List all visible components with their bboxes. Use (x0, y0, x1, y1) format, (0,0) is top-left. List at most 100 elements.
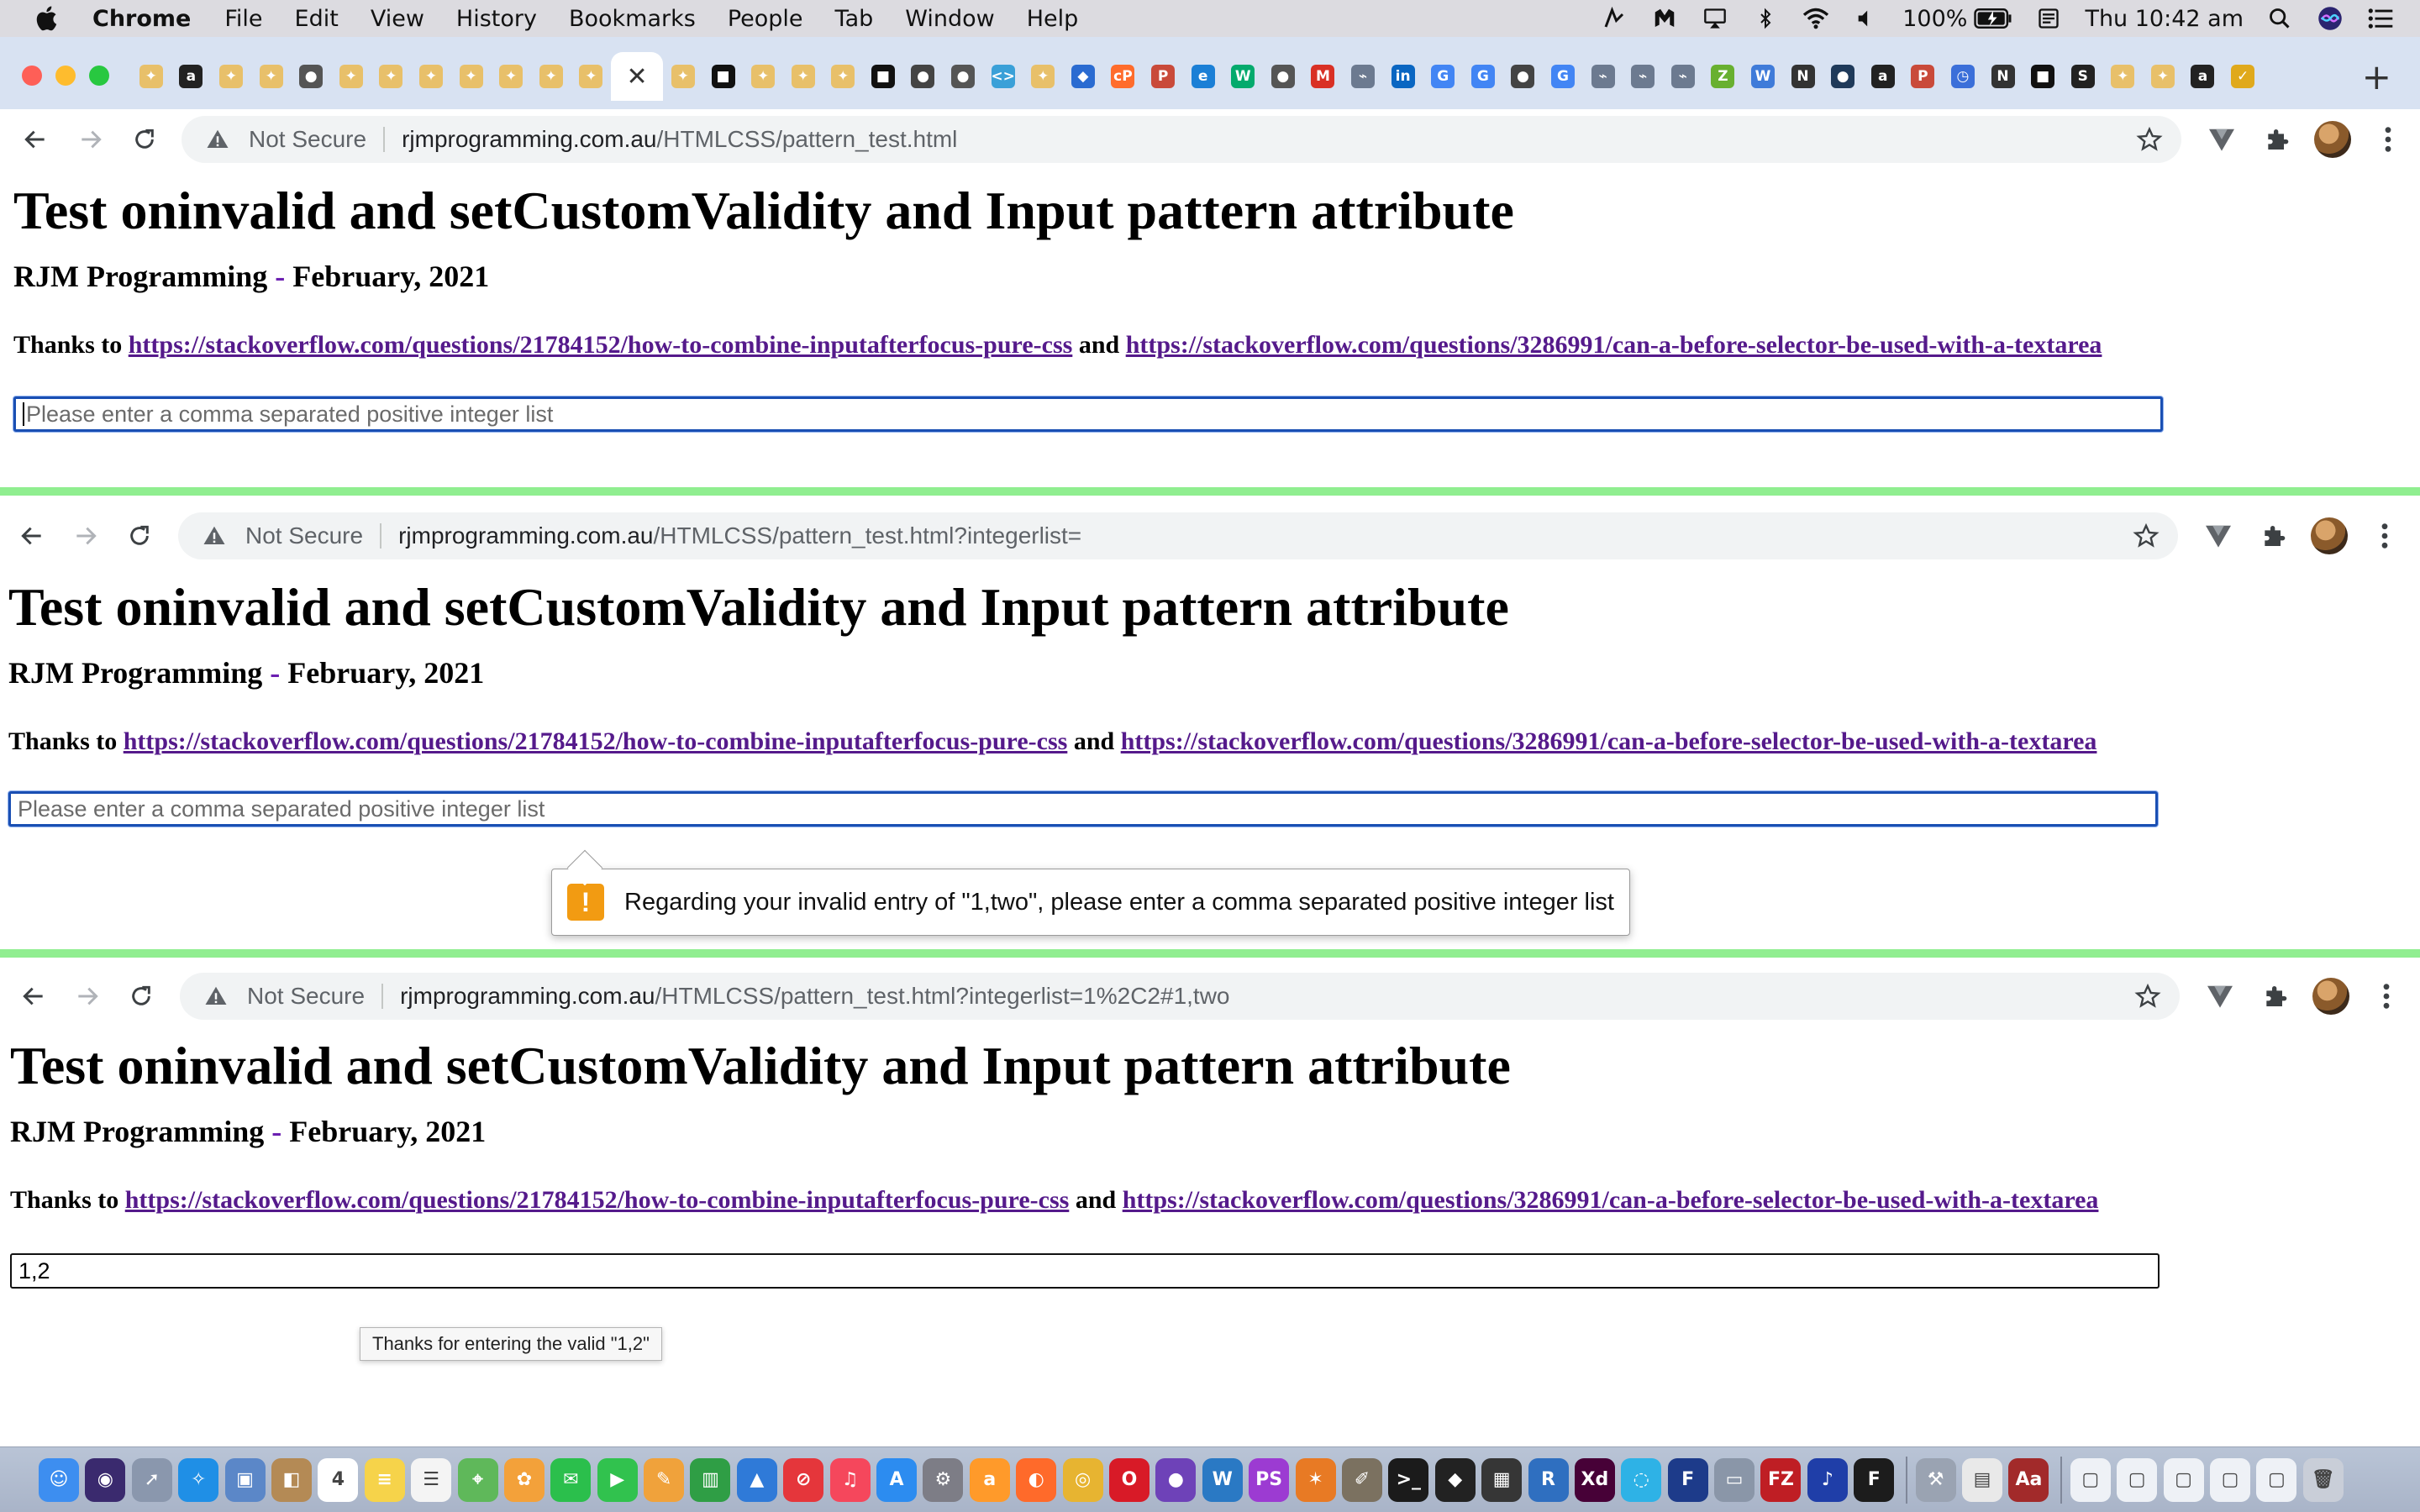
spotlight-search-icon[interactable] (2265, 6, 2294, 31)
doc-stack-icon[interactable]: ▢ (2163, 1457, 2204, 1502)
battery-icon[interactable] (1974, 6, 2012, 31)
tab[interactable]: Z (1703, 52, 1744, 101)
r-icon[interactable]: R (1528, 1457, 1569, 1502)
adobe-xd-icon[interactable]: Xd (1574, 1457, 1615, 1502)
document-icon[interactable]: ▤ (1962, 1457, 2003, 1502)
integer-list-input[interactable]: Please enter a comma separated positive … (13, 396, 2163, 432)
bookmark-star-icon[interactable] (2136, 126, 2163, 153)
extensions-puzzle-icon[interactable] (2257, 978, 2294, 1015)
stackoverflow-link-2[interactable]: https://stackoverflow.com/questions/3286… (1123, 1186, 2099, 1214)
doc-stack-icon[interactable]: ▢ (2070, 1457, 2111, 1502)
firefox-icon[interactable]: ◐ (1016, 1457, 1057, 1502)
menu-people[interactable]: People (728, 6, 803, 32)
tab[interactable]: <> (983, 52, 1023, 101)
tab[interactable]: N (1783, 52, 1823, 101)
tab[interactable]: G (1543, 52, 1583, 101)
menu-help[interactable]: Help (1027, 6, 1079, 32)
tab[interactable]: W (1223, 52, 1263, 101)
integer-list-input[interactable]: Please enter a comma separated positive … (8, 791, 2158, 827)
tab[interactable]: ✦ (783, 52, 823, 101)
airplay-icon[interactable] (1701, 6, 1729, 31)
messages-icon[interactable]: ✉ (550, 1457, 592, 1502)
doc-stack-icon[interactable]: ▢ (2209, 1457, 2250, 1502)
tab[interactable]: P (1903, 52, 1944, 101)
menu-file[interactable]: File (224, 6, 262, 32)
launchpad-icon[interactable]: ➚ (131, 1457, 172, 1502)
preview-icon[interactable]: ▣ (224, 1457, 266, 1502)
tab[interactable]: ● (903, 52, 944, 101)
close-tab-icon[interactable]: ✕ (627, 62, 648, 92)
malwarebytes-icon[interactable] (1650, 6, 1679, 31)
stackoverflow-link-2[interactable]: https://stackoverflow.com/questions/3286… (1126, 331, 2102, 359)
forward-icon[interactable] (69, 978, 106, 1015)
bookmark-star-icon[interactable] (2134, 983, 2161, 1010)
doc-stack-icon[interactable]: ▢ (2117, 1457, 2158, 1502)
tab[interactable]: ✦ (1023, 52, 1063, 101)
stackoverflow-link-1[interactable]: https://stackoverflow.com/questions/2178… (125, 1186, 1070, 1214)
tab[interactable]: ✦ (2103, 52, 2144, 101)
tab[interactable]: ⌁ (1343, 52, 1383, 101)
utility-icon[interactable]: ⚒ (1915, 1457, 1956, 1502)
vue-devtools-icon[interactable] (2200, 517, 2237, 554)
amazon-icon[interactable]: a (969, 1457, 1010, 1502)
volume-icon[interactable] (1852, 6, 1881, 31)
address-bar[interactable]: Not Secure rjmprogramming.com.au/HTMLCSS… (178, 512, 2178, 559)
tab[interactable]: ✦ (251, 52, 292, 101)
tab[interactable]: ✦ (823, 52, 864, 101)
input-menu-icon[interactable] (2034, 6, 2063, 31)
calendar-icon[interactable]: 4 (318, 1457, 359, 1502)
tab[interactable]: ✦ (491, 52, 531, 101)
tab[interactable]: ⌁ (1663, 52, 1703, 101)
tab[interactable]: ✦ (131, 52, 171, 101)
stackoverflow-link-1[interactable]: https://stackoverflow.com/questions/2178… (124, 727, 1068, 755)
menu-history[interactable]: History (456, 6, 537, 32)
clock[interactable]: Thu 10:42 am (2085, 6, 2244, 32)
tab[interactable]: P (1143, 52, 1183, 101)
tab[interactable]: ✦ (451, 52, 492, 101)
music-icon[interactable]: ♫ (829, 1457, 871, 1502)
tab[interactable]: W (1743, 52, 1783, 101)
phpstorm-icon[interactable]: PS (1249, 1457, 1290, 1502)
tab[interactable]: ■ (863, 52, 903, 101)
chrome-menu-kebab-icon[interactable] (2366, 517, 2403, 554)
f-dark-icon[interactable]: F (1854, 1457, 1895, 1502)
filezilla-icon[interactable]: FZ (1760, 1457, 1802, 1502)
chrome-menu-kebab-icon[interactable] (2368, 978, 2405, 1015)
drive-icon[interactable]: ▭ (1714, 1457, 1755, 1502)
chrome-icon[interactable]: ◎ (1062, 1457, 1103, 1502)
app-store-icon[interactable]: A (876, 1457, 918, 1502)
tab[interactable]: a (171, 52, 212, 101)
notes-icon[interactable]: ≡ (364, 1457, 405, 1502)
bookmark-star-icon[interactable] (2133, 522, 2160, 549)
tab[interactable]: a (1863, 52, 1903, 101)
tab[interactable]: ✦ (2143, 52, 2183, 101)
tab[interactable]: ■ (2023, 52, 2063, 101)
tab[interactable]: ■ (703, 52, 744, 101)
tab[interactable]: S (2063, 52, 2103, 101)
address-bar[interactable]: Not Secure rjmprogramming.com.au/HTMLCSS… (180, 973, 2180, 1020)
reload-icon[interactable] (123, 978, 160, 1015)
stackoverflow-link-2[interactable]: https://stackoverflow.com/questions/3286… (1121, 727, 2097, 755)
dictionary-icon[interactable]: Aa (2008, 1457, 2049, 1502)
wifi-icon[interactable] (1802, 6, 1830, 31)
tab[interactable]: N (1983, 52, 2023, 101)
profile-avatar[interactable] (2312, 978, 2349, 1015)
tab[interactable]: e (1183, 52, 1223, 101)
vue-devtools-icon[interactable] (2202, 978, 2238, 1015)
colorsync-icon[interactable]: ◌ (1621, 1457, 1662, 1502)
tab[interactable]: ● (291, 52, 331, 101)
reminders-icon[interactable]: ☰ (411, 1457, 452, 1502)
not-secure-label[interactable]: Not Secure (247, 983, 365, 1010)
menu-app-name[interactable]: Chrome (92, 6, 191, 32)
gimp-icon[interactable]: ✐ (1341, 1457, 1382, 1502)
opera-icon[interactable]: O (1108, 1457, 1150, 1502)
doc-stack-icon[interactable]: ▢ (2256, 1457, 2297, 1502)
finder-icon[interactable]: ☺ (39, 1457, 79, 1502)
forward-icon[interactable] (67, 517, 104, 554)
f-icon[interactable]: F (1667, 1457, 1708, 1502)
tab[interactable]: ✦ (663, 52, 703, 101)
back-icon[interactable] (13, 517, 50, 554)
tab[interactable]: ● (943, 52, 983, 101)
active-tab[interactable]: ✕ (611, 52, 664, 101)
pages-icon[interactable]: ✎ (644, 1457, 685, 1502)
